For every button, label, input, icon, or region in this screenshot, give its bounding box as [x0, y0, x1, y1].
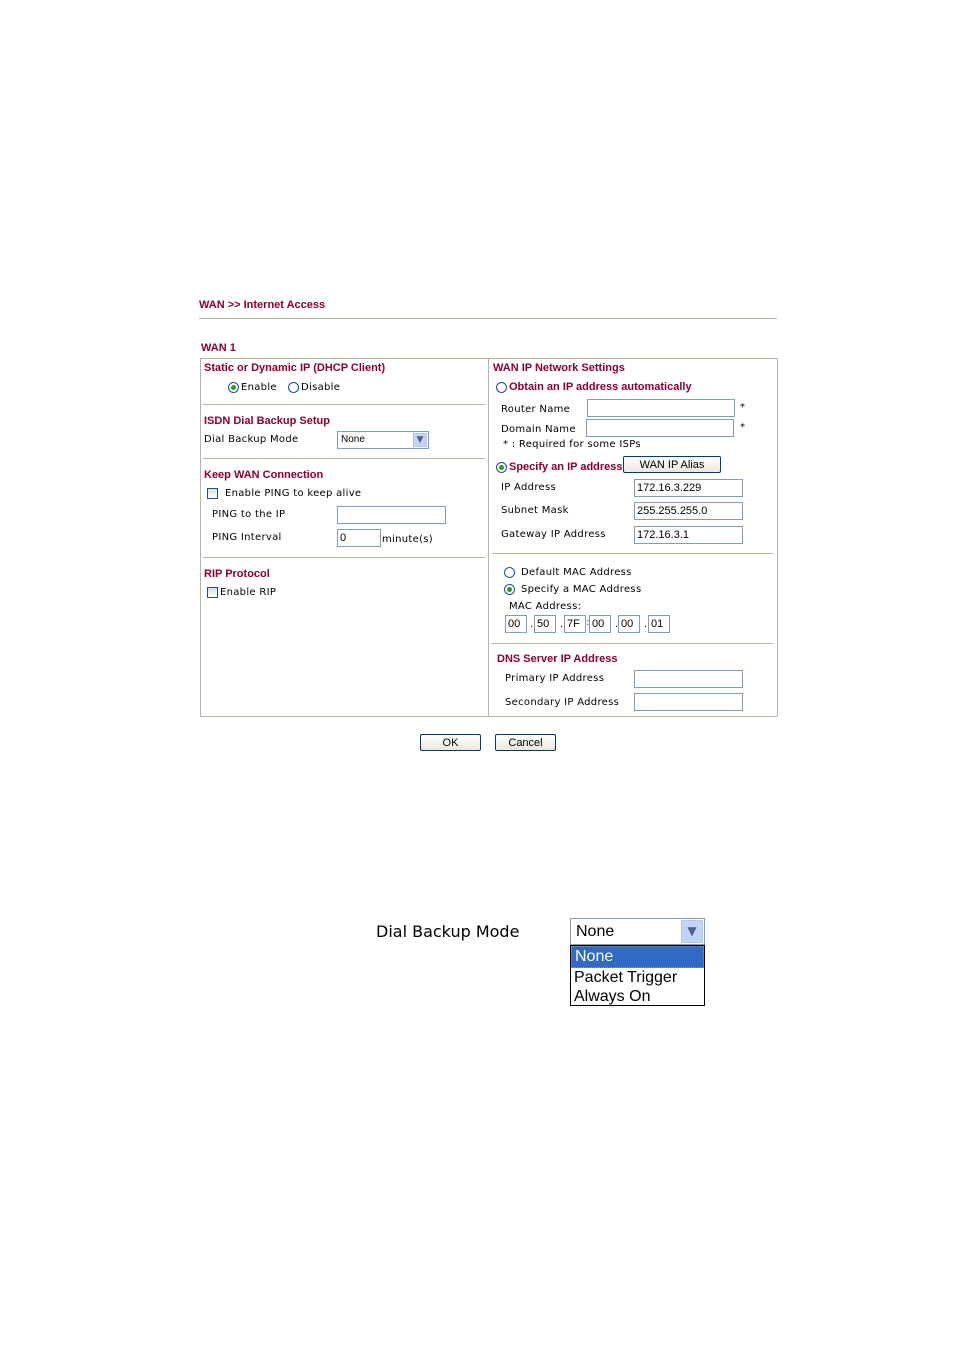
dropdown-options-list: None Packet Trigger Always On [570, 945, 705, 1006]
wan-ip-title: WAN IP Network Settings [493, 362, 625, 374]
mac-octet-1[interactable] [505, 615, 527, 633]
domain-name-input[interactable] [586, 419, 734, 437]
enable-radio[interactable] [228, 382, 239, 393]
disable-radio[interactable] [288, 382, 299, 393]
dropdown-option-packet-trigger[interactable]: Packet Trigger [571, 968, 704, 987]
divider [492, 553, 773, 554]
enable-ping-checkbox[interactable] [207, 488, 218, 499]
specify-ip-label: Specify an IP address [509, 461, 623, 473]
chevron-down-icon[interactable]: ▼ [413, 433, 427, 447]
gateway-input[interactable] [634, 526, 743, 544]
secondary-dns-input[interactable] [634, 693, 743, 711]
enable-label: Enable [241, 382, 277, 393]
breadcrumb: WAN >> Internet Access [199, 299, 326, 311]
primary-dns-input[interactable] [634, 670, 743, 688]
ip-address-input[interactable] [634, 479, 743, 497]
ping-interval-label: PING Interval [212, 532, 282, 543]
keep-wan-title: Keep WAN Connection [204, 469, 324, 481]
dns-title: DNS Server IP Address [497, 653, 618, 665]
breadcrumb-divider [199, 318, 777, 319]
dropdown-option-always-on[interactable]: Always On [571, 987, 704, 1006]
obtain-auto-label: Obtain an IP address automatically [509, 381, 692, 393]
dial-backup-mode-label: Dial Backup Mode [204, 434, 299, 445]
secondary-dns-label: Secondary IP Address [505, 697, 620, 708]
required-note: * : Required for some ISPs [503, 439, 641, 450]
dial-backup-mode-demo-select[interactable]: None ▼ [570, 918, 705, 945]
divider [203, 557, 485, 558]
ping-interval-input[interactable] [337, 529, 381, 547]
dial-backup-mode-value: None [341, 434, 365, 445]
divider [203, 458, 485, 459]
mac-separator: . [560, 619, 564, 630]
cancel-button[interactable]: Cancel [495, 734, 556, 751]
specify-mac-radio[interactable] [504, 584, 515, 595]
required-mark: * [740, 402, 746, 413]
router-name-label: Router Name [501, 404, 571, 415]
required-mark: * [740, 422, 746, 433]
primary-dns-label: Primary IP Address [505, 673, 605, 684]
subnet-mask-input[interactable] [634, 502, 743, 520]
section-title: WAN 1 [201, 342, 236, 354]
mac-octet-4[interactable] [589, 615, 611, 633]
dial-backup-mode-demo-label: Dial Backup Mode [376, 922, 520, 941]
enable-rip-checkbox[interactable] [207, 587, 218, 598]
enable-rip-label: Enable RIP [220, 587, 277, 598]
ip-address-label: IP Address [501, 482, 556, 493]
enable-ping-label: Enable PING to keep alive [225, 488, 362, 499]
ping-ip-label: PING to the IP [212, 509, 286, 520]
mac-separator: . [644, 619, 648, 630]
mac-separator: . [530, 619, 534, 630]
default-mac-radio[interactable] [504, 567, 515, 578]
divider [492, 643, 773, 644]
ok-button[interactable]: OK [420, 734, 481, 751]
chevron-down-icon[interactable]: ▼ [681, 920, 703, 943]
default-mac-label: Default MAC Address [521, 567, 632, 578]
isdn-title: ISDN Dial Backup Setup [204, 415, 330, 427]
mac-octet-3[interactable] [564, 615, 586, 633]
static-dynamic-title: Static or Dynamic IP (DHCP Client) [204, 362, 386, 374]
mac-address-label: MAC Address: [509, 601, 582, 612]
dropdown-option-none[interactable]: None [571, 946, 704, 968]
mac-octet-6[interactable] [648, 615, 670, 633]
rip-title: RIP Protocol [204, 568, 270, 580]
domain-name-label: Domain Name [501, 424, 576, 435]
gateway-label: Gateway IP Address [501, 529, 606, 540]
dial-backup-mode-select[interactable]: None ▼ [337, 431, 429, 449]
mac-octet-5[interactable] [618, 615, 640, 633]
demo-selected-value: None [576, 923, 615, 940]
obtain-auto-radio[interactable] [496, 382, 507, 393]
divider [203, 404, 485, 405]
disable-label: Disable [301, 382, 341, 393]
router-name-input[interactable] [587, 399, 735, 417]
column-divider [488, 359, 489, 716]
mac-octet-2[interactable] [534, 615, 556, 633]
subnet-mask-label: Subnet Mask [501, 505, 569, 516]
wan-ip-alias-button[interactable]: WAN IP Alias [623, 456, 721, 473]
ping-ip-input[interactable] [337, 506, 446, 524]
specify-mac-label: Specify a MAC Address [521, 584, 642, 595]
specify-ip-radio[interactable] [496, 462, 507, 473]
ping-interval-unit: minute(s) [382, 534, 433, 545]
